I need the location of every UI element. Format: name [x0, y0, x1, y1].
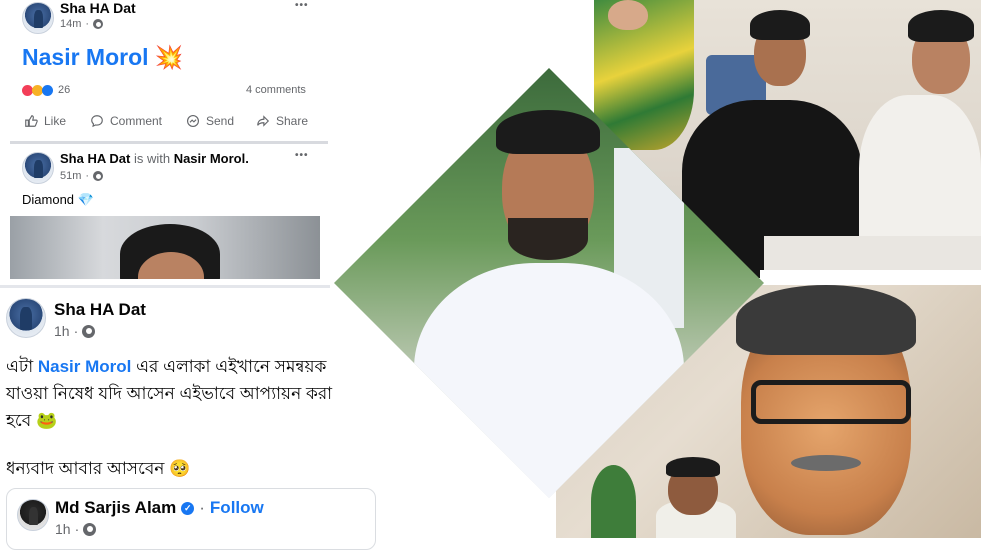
- card-divider: [10, 141, 328, 144]
- author-name[interactable]: Md Sarjis Alam: [55, 498, 176, 518]
- post-card-2: Sha HA Dat is with Nasir Morol. 51m · ••…: [10, 146, 325, 281]
- post-text-line-4: ধন্যবাদ আবার আসবেন 🥺: [6, 459, 191, 478]
- plant: [591, 465, 636, 538]
- frog-emoji: 🐸: [35, 411, 58, 430]
- comments-count[interactable]: 4 comments: [246, 84, 306, 96]
- comment-icon: [91, 115, 103, 128]
- man-hair-1: [750, 10, 810, 40]
- tagged-name-link[interactable]: Nasir Morol: [38, 357, 132, 376]
- globe-icon: [93, 19, 104, 29]
- shared-post-card: Md Sarjis Alam ✓ · Follow 1h ·: [6, 488, 376, 550]
- like-reaction-icon: [42, 84, 53, 96]
- mural-hair: [736, 285, 916, 355]
- globe-icon: [82, 324, 96, 338]
- like-button[interactable]: Like: [24, 114, 66, 128]
- post-text: Diamond 💎: [22, 192, 94, 207]
- globe-icon: [93, 171, 104, 181]
- mural-mustache: [791, 455, 861, 471]
- more-icon[interactable]: •••: [295, 0, 309, 11]
- post-card-3: Sha HA Dat 1h · এটা Nasir Morol এর এলাকা…: [0, 290, 380, 490]
- tagged-name[interactable]: Nasir Morol.: [174, 151, 249, 166]
- post-card-1: Sha HA Dat 14m · ••• Nasir Morol 💥 26 4 …: [10, 0, 325, 140]
- author-avatar[interactable]: [22, 2, 54, 34]
- author-avatar[interactable]: [22, 152, 54, 184]
- post-meta: 51m ·: [60, 170, 104, 182]
- like-icon: [25, 115, 38, 127]
- shared-post-header: Md Sarjis Alam ✓ · Follow: [55, 498, 264, 518]
- collage-separator: [760, 270, 981, 278]
- gem-emoji: 💎: [77, 192, 94, 207]
- share-button[interactable]: Share: [256, 114, 308, 128]
- send-button[interactable]: Send: [186, 114, 234, 128]
- collision-emoji: 💥: [154, 44, 184, 70]
- man-hair-2: [908, 10, 974, 42]
- post-text-line-3: হবে 🐸: [6, 411, 58, 430]
- follow-button[interactable]: Follow: [210, 498, 264, 518]
- card-divider: [0, 285, 330, 288]
- reactions-summary[interactable]: 26: [22, 84, 70, 96]
- globe-icon: [83, 522, 97, 536]
- reactions-count: 26: [58, 84, 71, 96]
- portrait-beard: [508, 218, 588, 260]
- post-text-line-1: এটা Nasir Morol এর এলাকা এইখানে সমন্বয়ক: [6, 357, 327, 376]
- more-icon[interactable]: •••: [295, 150, 309, 161]
- post-time[interactable]: 14m: [60, 18, 81, 30]
- send-icon: [187, 115, 199, 127]
- author-avatar[interactable]: [17, 499, 49, 531]
- author-name[interactable]: Sha HA Dat: [60, 0, 136, 16]
- portrait-hair: [496, 110, 600, 154]
- author-name[interactable]: Sha HA Dat: [60, 151, 130, 166]
- post-meta: 14m ·: [60, 18, 104, 30]
- post-time[interactable]: 1h: [54, 323, 70, 339]
- mural-glasses: [751, 380, 911, 424]
- post-photo[interactable]: [10, 216, 320, 279]
- share-icon: [257, 115, 270, 127]
- post-text-line-2: যাওয়া নিষেধ যদি আসেন এইভাবে আপ্যায়ন কর…: [6, 384, 333, 403]
- author-name[interactable]: Sha HA Dat: [54, 300, 146, 320]
- post-time[interactable]: 51m: [60, 170, 81, 182]
- post-meta: 1h ·: [54, 323, 96, 339]
- post-meta: 1h ·: [55, 521, 97, 537]
- comment-button[interactable]: Comment: [90, 114, 162, 128]
- post-time[interactable]: 1h: [55, 521, 71, 537]
- author-avatar[interactable]: [6, 298, 46, 338]
- tagged-name-link[interactable]: Nasir Morol: [22, 44, 149, 70]
- verified-icon: ✓: [181, 501, 195, 515]
- pleading-emoji: 🥺: [169, 459, 191, 478]
- woman-face: [608, 0, 648, 30]
- post-title: Nasir Morol 💥: [22, 44, 184, 71]
- post-header-text: Sha HA Dat is with Nasir Morol.: [60, 151, 249, 166]
- boy-hair: [666, 457, 720, 477]
